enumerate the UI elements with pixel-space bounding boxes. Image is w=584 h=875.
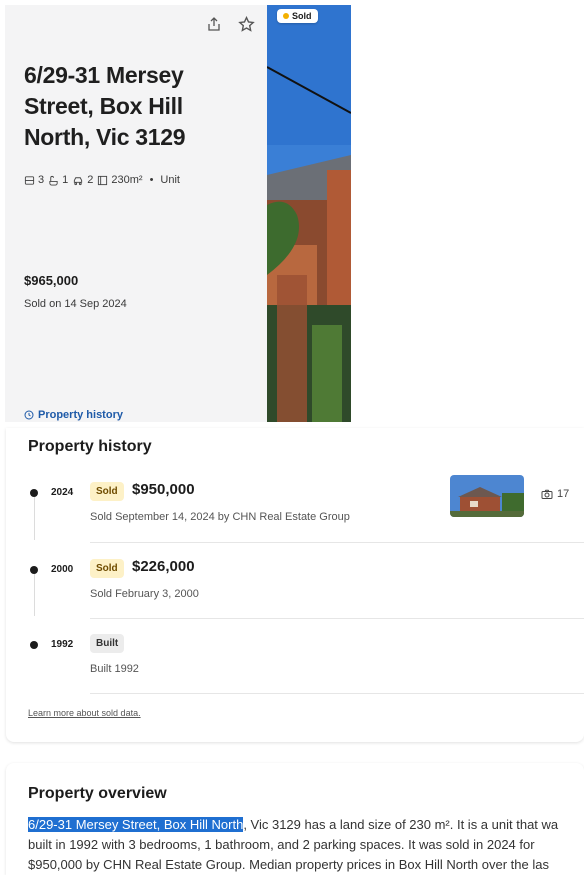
photo-count[interactable]: 17	[541, 488, 569, 500]
property-history-link-label: Property history	[38, 409, 123, 421]
beds-count: 3	[38, 174, 45, 186]
event-photo-thumbnail[interactable]	[450, 475, 524, 517]
property-photo[interactable]: Sold	[267, 5, 351, 422]
bath-icon	[49, 175, 58, 186]
camera-icon	[541, 489, 553, 499]
history-event: 2024 Sold $950,000 Sold September 14, 20…	[6, 475, 584, 543]
divider	[90, 618, 584, 619]
section-title: Property history	[28, 438, 152, 455]
baths-feature: 1	[48, 174, 68, 186]
overview-line: built in 1992 with 3 bedrooms, 1 bathroo…	[28, 837, 535, 852]
share-icon[interactable]	[205, 15, 223, 33]
history-event: 1992 Built Built 1992	[6, 634, 584, 694]
event-description: Sold February 3, 2000	[90, 588, 199, 600]
photo-count-value: 17	[557, 488, 570, 500]
overview-text: 6/29-31 Mersey Street, Box Hill North, V…	[28, 815, 584, 875]
land-icon	[98, 175, 108, 185]
event-price: $950,000	[132, 481, 195, 498]
property-history-link[interactable]: Property history	[24, 409, 123, 421]
property-card-info: 6/29-31 Mersey Street, Box Hill North, V…	[5, 5, 267, 422]
event-year: 2024	[51, 487, 74, 498]
property-type: Unit	[160, 174, 180, 186]
event-badge: Sold	[90, 559, 124, 578]
property-features: 3 1 2 230m² • Unit	[24, 174, 180, 186]
separator-dot: •	[149, 174, 154, 186]
history-event: 2000 Sold $226,000 Sold February 3, 2000	[6, 558, 584, 619]
property-overview-section: Property overview 6/29-31 Mersey Street,…	[6, 763, 584, 875]
parking-feature: 2	[72, 174, 93, 186]
timeline-dot-icon	[30, 566, 38, 574]
property-address: 6/29-31 Mersey Street, Box Hill North, V…	[24, 62, 186, 150]
bed-icon	[24, 175, 35, 185]
car-icon	[74, 176, 83, 185]
property-card: 6/29-31 Mersey Street, Box Hill North, V…	[5, 5, 351, 422]
timeline-dot-icon	[30, 641, 38, 649]
property-history-section: Property history 2024 Sold $950,000 Sold…	[6, 428, 584, 742]
event-description: Built 1992	[90, 663, 139, 675]
sold-dot-icon	[283, 13, 289, 19]
event-badge: Built	[90, 634, 125, 653]
photo-sold-badge-label: Sold	[292, 11, 312, 21]
land-size: 230m²	[111, 174, 143, 186]
event-price: $226,000	[132, 558, 195, 575]
baths-count: 1	[62, 174, 69, 186]
land-feature: 230m²	[97, 174, 143, 186]
sold-date: Sold on 14 Sep 2024	[24, 298, 127, 310]
event-year: 2000	[51, 564, 74, 575]
parking-count: 2	[87, 174, 94, 186]
learn-more-link[interactable]: Learn more about sold data.	[28, 708, 141, 718]
event-description: Sold September 14, 2024 by CHN Real Esta…	[90, 511, 350, 523]
beds-feature: 3	[24, 174, 44, 186]
overview-line: $950,000 by CHN Real Estate Group. Media…	[28, 857, 549, 872]
star-icon[interactable]	[237, 15, 255, 33]
event-badge: Sold	[90, 482, 124, 501]
overview-line-rest: , Vic 3129 has a land size of 230 m². It…	[243, 817, 559, 832]
divider	[90, 693, 584, 694]
section-title: Property overview	[28, 785, 167, 802]
overview-line: 6/29-31 Mersey Street, Box Hill North, V…	[28, 815, 584, 835]
timeline-dot-icon	[30, 489, 38, 497]
event-year: 1992	[51, 639, 74, 650]
selected-text: 6/29-31 Mersey Street, Box Hill North	[28, 817, 244, 832]
property-price: $965,000	[24, 273, 79, 288]
card-actions	[205, 15, 255, 33]
clock-icon	[24, 410, 34, 420]
photo-sold-badge: Sold	[277, 9, 318, 23]
divider	[90, 542, 584, 543]
